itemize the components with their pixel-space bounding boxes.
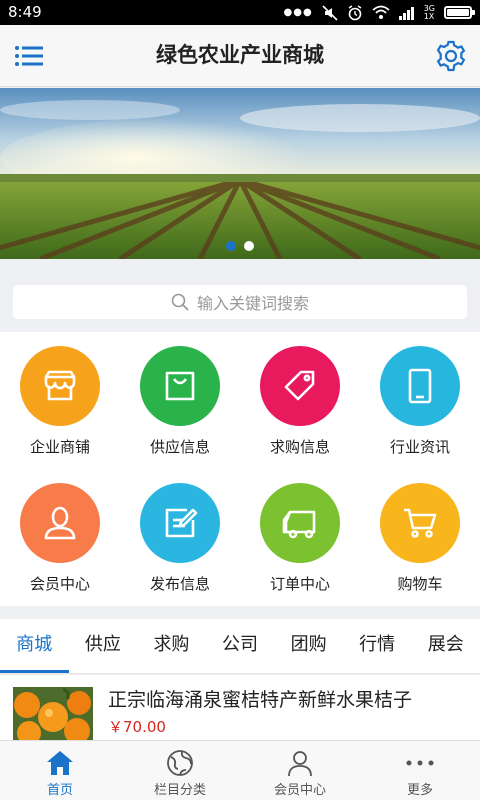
grid-item-publish[interactable]: 发布信息: [120, 469, 240, 606]
page-title: 绿色农业产业商城: [156, 43, 324, 67]
product-name: 正宗临海涌泉蜜桔特产新鲜水果桔子: [108, 689, 413, 711]
shop-icon: [20, 346, 100, 426]
product-price: ￥70.00: [108, 718, 166, 736]
banner-carousel[interactable]: [0, 88, 480, 259]
user-icon: [20, 483, 100, 563]
search-icon: [171, 293, 189, 311]
grid-item-label: 企业商铺: [29, 438, 90, 456]
gear-icon: [436, 40, 466, 72]
grid-item-label: 发布信息: [149, 575, 210, 593]
grid-item-label: 供应信息: [149, 438, 210, 456]
tab-company[interactable]: 公司: [206, 619, 275, 673]
product-item[interactable]: 正宗临海涌泉蜜桔特产新鲜水果桔子 ￥70.00: [0, 675, 480, 740]
tab-mall[interactable]: 商城: [0, 619, 69, 673]
signal-icon: [398, 6, 414, 20]
grid-item-purchase[interactable]: 求购信息: [240, 332, 360, 469]
grid-item-label: 订单中心: [269, 575, 330, 593]
grid-item-shop[interactable]: 企业商铺: [0, 332, 120, 469]
truck-icon: [260, 483, 340, 563]
grid-item-label: 会员中心: [29, 575, 90, 593]
carousel-dot[interactable]: [226, 241, 236, 251]
category-grid: 企业商铺 供应信息 求购信息 行业资讯 会员中心 发布信息 订单中心 购物车: [0, 332, 480, 606]
more-dots-icon: ●●●: [283, 7, 313, 18]
nav-member[interactable]: 会员中心: [240, 741, 360, 800]
battery-fill: [447, 9, 469, 16]
nav-label: 首页: [46, 783, 73, 798]
tab-market[interactable]: 行情: [343, 619, 412, 673]
status-bar: 8:49 ●●● 3G 1X: [0, 0, 480, 25]
bottom-nav: 首页 栏目分类 会员中心 更多: [0, 740, 480, 800]
home-icon: [47, 751, 73, 775]
category-tabs: 商城 供应 求购 公司 团购 行情 展会: [0, 619, 480, 674]
carousel-dot[interactable]: [244, 241, 254, 251]
status-icons: ●●● 3G 1X: [283, 3, 475, 21]
user-icon: [288, 751, 312, 777]
grid-item-orders[interactable]: 订单中心: [240, 469, 360, 606]
grid-item-supply[interactable]: 供应信息: [120, 332, 240, 469]
carousel-dots: [0, 241, 480, 251]
nav-label: 栏目分类: [153, 783, 206, 798]
tablet-icon: [380, 346, 460, 426]
network-type: 3G 1X: [423, 3, 435, 21]
nav-label: 更多: [406, 783, 433, 798]
tab-purchase[interactable]: 求购: [137, 619, 206, 673]
shopping-bag-icon: [140, 346, 220, 426]
mute-icon: [322, 4, 338, 21]
grid-item-cart[interactable]: 购物车: [360, 469, 480, 606]
battery-icon: [444, 6, 475, 19]
nav-more[interactable]: 更多: [360, 741, 480, 800]
nav-label: 会员中心: [273, 783, 326, 798]
more-icon: [406, 760, 434, 766]
grid-item-label: 购物车: [397, 575, 443, 593]
grid-item-label: 行业资讯: [389, 438, 450, 456]
farmland-banner-image: [0, 88, 480, 259]
status-time: 8:49: [8, 3, 42, 21]
search-placeholder: 输入关键词搜索: [196, 294, 309, 313]
search-input[interactable]: 输入关键词搜索: [13, 285, 467, 319]
edit-icon: [140, 483, 220, 563]
app-header: 绿色农业产业商城: [0, 25, 480, 87]
grid-item-member[interactable]: 会员中心: [0, 469, 120, 606]
alarm-icon: [348, 4, 362, 20]
grid-item-news[interactable]: 行业资讯: [360, 332, 480, 469]
grid-item-label: 求购信息: [269, 438, 330, 456]
oranges-image: [13, 687, 93, 740]
tab-group-buy[interactable]: 团购: [274, 619, 343, 673]
cart-icon: [380, 483, 460, 563]
settings-button[interactable]: [434, 39, 468, 73]
search-area: 输入关键词搜索: [0, 274, 480, 330]
tab-supply[interactable]: 供应: [69, 619, 138, 673]
price-tag-icon: [260, 346, 340, 426]
nav-category[interactable]: 栏目分类: [120, 741, 240, 800]
wifi-icon: [372, 5, 390, 19]
nav-home[interactable]: 首页: [0, 741, 120, 800]
category-icon: [167, 750, 193, 776]
tab-exhibition[interactable]: 展会: [411, 619, 480, 673]
product-thumbnail: [13, 687, 93, 740]
